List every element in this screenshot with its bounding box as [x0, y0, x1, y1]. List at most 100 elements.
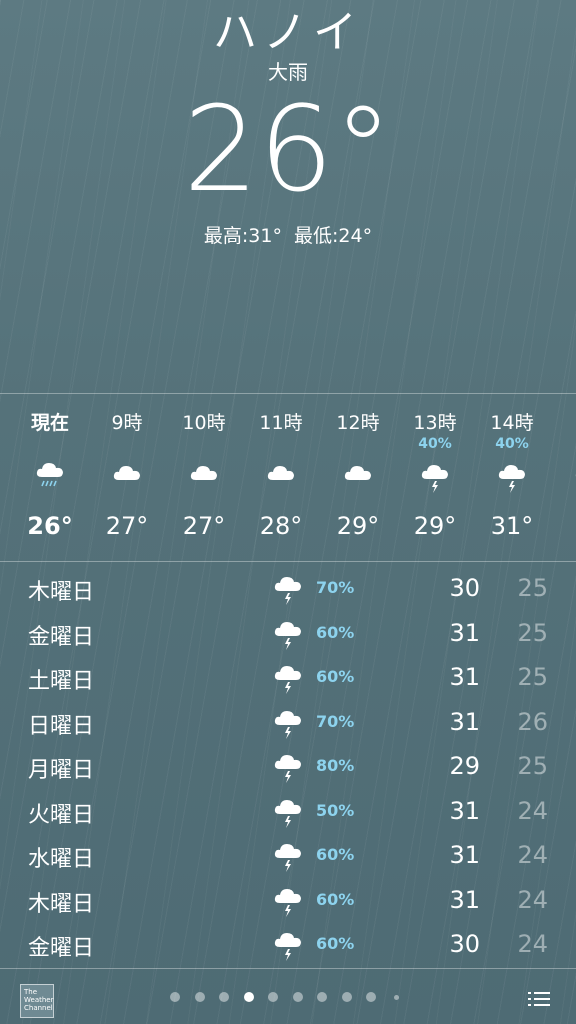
day-high-temperature: 31	[449, 841, 480, 869]
day-precipitation-chance: 60%	[316, 934, 355, 953]
day-low-temperature: 26	[517, 707, 548, 736]
day-low-temperature: 24	[517, 930, 548, 958]
list-icon[interactable]	[528, 990, 550, 1008]
day-high-temperature: 31	[449, 618, 480, 647]
hour-precipitation-chance: 40%	[418, 436, 452, 452]
day-high-temperature: 30	[449, 574, 480, 602]
cloud-icon	[188, 460, 220, 490]
day-low-temperature: 24	[517, 796, 548, 825]
thunderstorm-icon	[496, 460, 528, 493]
hour-temperature: 3	[549, 512, 576, 540]
day-low-temperature: 25	[517, 752, 548, 780]
hour-label: 14時	[490, 412, 534, 434]
thunderstorm-icon	[272, 839, 304, 873]
thunderstorm-icon	[272, 795, 304, 829]
day-low-temperature: 25	[517, 663, 548, 691]
hour-temperature: 26°	[27, 512, 73, 540]
daily-forecast-row: 月曜日 80% 29 25	[0, 744, 576, 788]
hour-precipitation-chance: 3	[549, 436, 576, 452]
day-precipitation-chance: 60%	[316, 622, 355, 642]
current-temperature: 26°	[183, 80, 393, 218]
hourly-forecast-strip[interactable]: 現在 26° 9時 27° 10時 27° 11時 28° 12時 29° 13時 40% 29° 14時…	[0, 394, 576, 562]
daily-forecast-row: 木曜日 60% 31 24	[0, 878, 576, 922]
day-precipitation-chance: 60%	[316, 845, 355, 864]
day-name: 金曜日	[28, 624, 95, 650]
day-high-temperature: 30	[449, 930, 480, 958]
day-name: 日曜日	[28, 713, 95, 739]
day-precipitation-chance: 70%	[316, 578, 355, 597]
hour-label: 15	[549, 408, 576, 430]
hour-label: 9時	[111, 412, 143, 434]
day-name: 火曜日	[28, 802, 95, 828]
day-high-temperature: 31	[449, 885, 480, 914]
day-low-temperature: 24	[517, 841, 548, 869]
weather-channel-logo[interactable]: The Weather Channel	[20, 984, 54, 1018]
page-dot[interactable]	[194, 992, 205, 1002]
page-dot[interactable]	[341, 992, 352, 1002]
hour-temperature: 27°	[105, 512, 149, 540]
thunderstorm-icon	[272, 928, 304, 962]
cloud-icon	[111, 460, 143, 490]
hour-precipitation-chance: 40%	[495, 436, 529, 452]
daily-forecast-row: 金曜日 60% 30 24	[0, 922, 576, 966]
page-dot[interactable]	[317, 992, 327, 1002]
day-high-temperature: 31	[449, 796, 480, 825]
day-name: 木曜日	[28, 580, 95, 605]
day-precipitation-chance: 80%	[316, 756, 355, 775]
day-precipitation-chance: 70%	[316, 711, 355, 731]
page-dot[interactable]	[243, 992, 254, 1002]
cloud-icon	[342, 460, 374, 490]
hour-temperature: 27°	[182, 512, 226, 540]
thunderstorm-icon	[419, 460, 451, 493]
hour-label: 10時	[182, 412, 226, 434]
day-precipitation-chance: 60%	[316, 667, 355, 686]
page-dot[interactable]	[219, 992, 229, 1002]
thunderstorm-icon	[272, 884, 304, 918]
day-high-temperature: 31	[449, 663, 480, 691]
day-low-temperature: 25	[517, 574, 548, 602]
page-dot[interactable]	[268, 992, 278, 1002]
thunderstorm-icon	[272, 572, 304, 606]
day-name: 土曜日	[28, 669, 95, 694]
page-dot[interactable]	[366, 992, 376, 1002]
day-name: 月曜日	[28, 758, 95, 783]
daily-forecast-row: 土曜日 60% 31 25	[0, 655, 576, 699]
day-precipitation-chance: 50%	[316, 800, 355, 820]
day-high-temperature: 31	[449, 707, 480, 736]
daily-forecast-row: 火曜日 50% 31 24	[0, 789, 576, 833]
high-temperature: 最高:31°	[203, 225, 282, 247]
day-precipitation-chance: 60%	[316, 889, 355, 909]
daily-forecast-row: 木曜日 70% 30 25	[0, 566, 576, 610]
footer-bar: The Weather Channel	[0, 968, 576, 1024]
hour-label: 13時	[413, 412, 457, 434]
high-low-temperature: 最高:31° 最低:24°	[0, 221, 576, 248]
hour-temperature: 28°	[259, 512, 303, 540]
thunderstorm-icon	[272, 617, 304, 651]
hour-temperature: 31°	[490, 512, 534, 540]
thunderstorm-icon	[272, 750, 304, 784]
daily-forecast-row: 水曜日 60% 31 24	[0, 833, 576, 877]
hour-temperature: 29°	[413, 512, 457, 540]
day-name: 木曜日	[28, 891, 95, 917]
day-low-temperature: 24	[517, 885, 548, 914]
hour-label: 11時	[259, 412, 303, 434]
daily-forecast-row: 金曜日 60% 31 25	[0, 611, 576, 655]
rain-cloud-icon	[34, 460, 66, 490]
page-dot[interactable]	[393, 995, 399, 1000]
page-dot[interactable]	[292, 992, 303, 1002]
city-name: ハノイ	[213, 7, 363, 58]
low-temperature: 最低:24°	[294, 225, 373, 247]
divider	[0, 561, 576, 562]
day-high-temperature: 29	[449, 752, 480, 780]
page-indicator[interactable]	[170, 990, 410, 1004]
hour-label: 12時	[336, 412, 380, 434]
cloud-icon	[265, 460, 297, 490]
thunderstorm-icon	[272, 706, 304, 740]
day-name: 水曜日	[28, 847, 95, 872]
daily-forecast-row: 日曜日 70% 31 26	[0, 700, 576, 744]
day-name: 金曜日	[28, 936, 95, 961]
page-dot[interactable]	[170, 992, 180, 1002]
hour-label: 現在	[30, 412, 69, 434]
day-low-temperature: 25	[517, 618, 548, 647]
hour-temperature: 29°	[336, 512, 380, 540]
